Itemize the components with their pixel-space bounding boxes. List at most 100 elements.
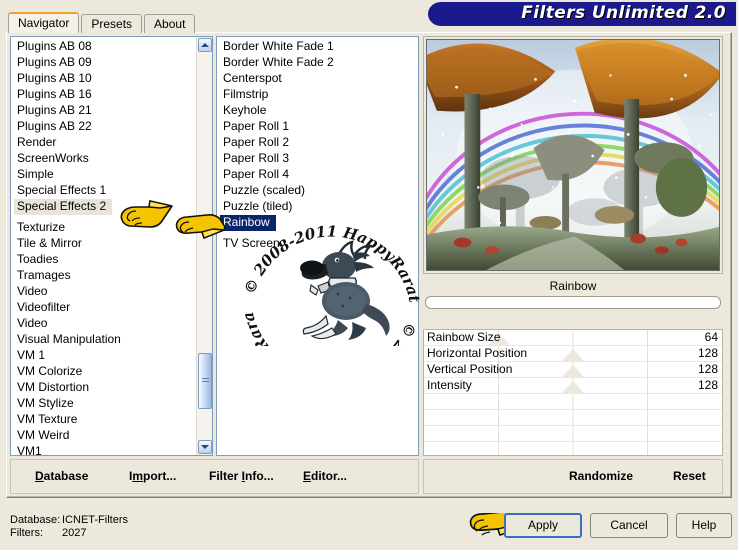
category-list-item[interactable]: VM Stylize: [14, 396, 195, 412]
filter-list-item[interactable]: Paper Roll 4: [220, 167, 418, 183]
slider-ticks: [424, 426, 722, 441]
preview-frame: [423, 36, 723, 274]
parameter-row[interactable]: Intensity 128: [424, 378, 722, 393]
parameter-value: 128: [697, 346, 718, 360]
parameter-label: Vertical Position: [427, 362, 513, 376]
filter-info-link[interactable]: Filter Info...: [209, 469, 274, 483]
action-link-bar-right: Randomize Reset: [423, 459, 723, 494]
category-list-item[interactable]: Visual Manipulation: [14, 332, 195, 348]
status-filters-value: 2027: [62, 527, 87, 539]
chevron-up-icon: [201, 43, 209, 47]
parameter-value: 128: [697, 362, 718, 376]
category-list-item[interactable]: Render: [14, 135, 195, 151]
filters-unlimited-window: Filters Unlimited 2.0 Navigator Presets …: [0, 0, 738, 550]
tab-about[interactable]: About: [144, 14, 196, 33]
grip-icon: [202, 378, 209, 384]
filter-listbox[interactable]: Border White Fade 1 Border White Fade 2 Ce…: [216, 36, 419, 456]
parameter-row[interactable]: [424, 410, 722, 425]
category-list-item[interactable]: VM Texture: [14, 412, 195, 428]
scroll-down-button[interactable]: [198, 440, 212, 454]
category-list-item[interactable]: Texturize: [14, 220, 195, 236]
title-banner: Filters Unlimited 2.0: [428, 2, 736, 26]
category-scrollbar[interactable]: [196, 37, 212, 455]
category-list-item[interactable]: VM1: [14, 444, 195, 455]
apply-button[interactable]: Apply: [504, 513, 582, 538]
category-list-item[interactable]: Plugins AB 08: [14, 39, 195, 55]
parameter-row[interactable]: [424, 426, 722, 441]
parameter-panel: Rainbow Size 64 Horizontal Position 128 Vert…: [423, 329, 723, 456]
mushroom-forest-preview-svg: [427, 40, 719, 270]
parameter-row[interactable]: Horizontal Position 128: [424, 346, 722, 361]
filter-list-item[interactable]: Puzzle (tiled): [220, 199, 418, 215]
main-panel: Plugins AB 08 Plugins AB 09 Plugins AB 10 P…: [6, 32, 732, 498]
category-list-item[interactable]: VM Weird: [14, 428, 195, 444]
preview-image[interactable]: [426, 39, 720, 271]
category-list-item[interactable]: Video: [14, 316, 195, 332]
category-list-item[interactable]: Videofilter: [14, 300, 195, 316]
cancel-button[interactable]: Cancel: [590, 513, 668, 538]
parameter-label: Horizontal Position: [427, 346, 528, 360]
parameter-label: Intensity: [427, 378, 472, 392]
app-title: Filters Unlimited 2.0: [521, 3, 726, 23]
category-list-item[interactable]: Video: [14, 284, 195, 300]
slider-ticks: [424, 394, 722, 409]
reset-link[interactable]: Reset: [673, 469, 706, 483]
filter-list-item[interactable]: Keyhole: [220, 103, 418, 119]
category-list-item[interactable]: Tramages: [14, 268, 195, 284]
filter-list-item[interactable]: Paper Roll 2: [220, 135, 418, 151]
filter-list-item[interactable]: Centerspot: [220, 71, 418, 87]
slider-ticks: [424, 410, 722, 425]
category-list-item[interactable]: Special Effects 2: [14, 199, 113, 215]
scroll-up-button[interactable]: [198, 38, 212, 52]
category-list-item[interactable]: VM Colorize: [14, 364, 195, 380]
category-list-item[interactable]: Simple: [14, 167, 195, 183]
filter-list-item[interactable]: Filmstrip: [220, 87, 418, 103]
parameter-row[interactable]: [424, 442, 722, 455]
category-list-item[interactable]: Toadies: [14, 252, 195, 268]
status-database-key: Database:: [10, 514, 61, 526]
category-list-item[interactable]: VM Distortion: [14, 380, 195, 396]
category-list-item[interactable]: ScreenWorks: [14, 151, 195, 167]
category-list-item[interactable]: Plugins AB 22: [14, 119, 195, 135]
help-button[interactable]: Help: [676, 513, 732, 538]
status-filters-key: Filters:: [10, 527, 43, 539]
status-database-value: ICNET-Filters: [62, 514, 128, 526]
filter-list-item[interactable]: Paper Roll 3: [220, 151, 418, 167]
tab-presets[interactable]: Presets: [81, 14, 143, 33]
action-link-bar-left: Database Import... Filter Info... Editor…: [10, 459, 419, 494]
scrollbar-thumb[interactable]: [198, 353, 212, 409]
parameter-label: Rainbow Size: [427, 330, 501, 344]
filter-list-item[interactable]: Paper Roll 1: [220, 119, 418, 135]
parameter-row[interactable]: [424, 394, 722, 409]
category-list-item[interactable]: Plugins AB 09: [14, 55, 195, 71]
category-list-item[interactable]: Plugins AB 10: [14, 71, 195, 87]
preset-progress-bar[interactable]: [425, 296, 721, 309]
editor-link[interactable]: Editor...: [303, 469, 347, 483]
parameter-value: 64: [704, 330, 718, 344]
status-info: Database: ICNET-Filters Filters: 2027: [10, 514, 128, 540]
randomize-link[interactable]: Randomize: [569, 469, 633, 483]
filter-list-item[interactable]: Rainbow: [220, 215, 276, 231]
filter-list-item[interactable]: TV Screen: [220, 236, 418, 252]
category-list-item[interactable]: Tile & Mirror: [14, 236, 195, 252]
chevron-down-icon: [201, 445, 209, 449]
filter-list-item[interactable]: Border White Fade 1: [220, 39, 418, 55]
category-list-item[interactable]: Special Effects 1: [14, 183, 195, 199]
parameter-value: 128: [697, 378, 718, 392]
tab-navigator[interactable]: Navigator: [8, 12, 80, 33]
database-link[interactable]: Database: [35, 469, 88, 483]
slider-marker[interactable]: [562, 365, 584, 377]
preset-name-label: Rainbow: [549, 279, 597, 293]
slider-marker[interactable]: [562, 349, 584, 361]
category-list-item[interactable]: VM 1: [14, 348, 195, 364]
category-list-item[interactable]: Plugins AB 21: [14, 103, 195, 119]
category-list-item[interactable]: Plugins AB 16: [14, 87, 195, 103]
slider-ticks: [424, 442, 722, 455]
category-listbox[interactable]: Plugins AB 08 Plugins AB 09 Plugins AB 10 P…: [10, 36, 213, 456]
slider-marker[interactable]: [562, 381, 584, 393]
parameter-row[interactable]: Rainbow Size 64: [424, 330, 722, 345]
parameter-row[interactable]: Vertical Position 128: [424, 362, 722, 377]
filter-list-item[interactable]: Puzzle (scaled): [220, 183, 418, 199]
import-link[interactable]: Import...: [129, 469, 176, 483]
filter-list-item[interactable]: Border White Fade 2: [220, 55, 418, 71]
